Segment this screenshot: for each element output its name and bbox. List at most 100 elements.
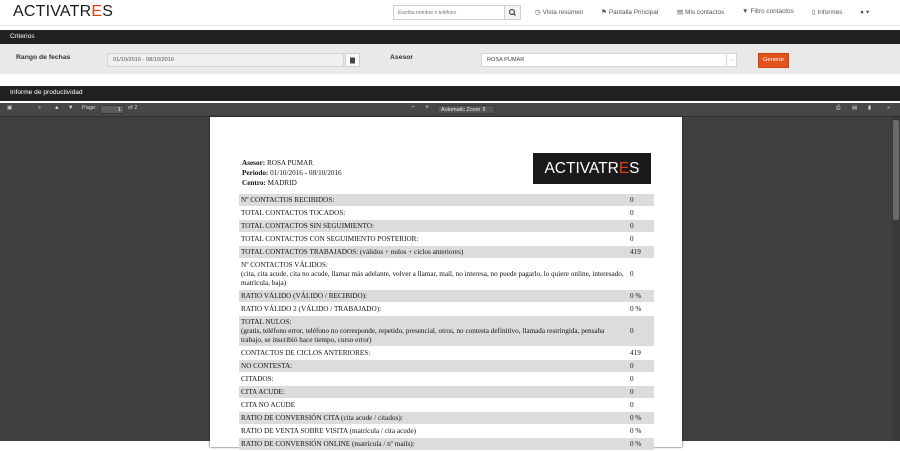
search-input[interactable] [393,5,504,20]
caret-down-icon: ▾ [865,9,870,16]
next-page-icon[interactable]: ▼ [68,105,74,111]
row-label: CITA NO ACUDE [241,400,296,409]
calendar-button[interactable] [345,53,360,67]
top-navbar: ACTIVATRES ◷Vista resúmen ⚑Pantalla Prin… [0,0,900,26]
user-menu[interactable]: ● ▾ [860,8,869,16]
filter-icon: ▼ [742,8,749,15]
row-label-cell: RATIO DE VENTA SOBRE VISITA (matrícula /… [239,424,628,438]
row-label-cell: TOTAL CONTACTOS SIN SEGUIMIENTO: [239,219,628,233]
page-number-input[interactable]: 1 [100,105,124,114]
page-total: of 2 [128,105,138,111]
table-row: RATIO DE CONVERSIÓN CITA (cita acude / c… [239,411,654,425]
table-row: CITADOS: 0 [239,372,654,386]
row-detail: (cita, cita acude, cita no acude, llamar… [241,269,624,287]
zoom-select[interactable]: Automatic Zoom ⇕ [437,105,495,114]
flag-icon: ⚑ [601,9,607,16]
row-label-cell: RATIO DE CONVERSIÓN ONLINE (matrícula / … [239,437,628,451]
row-label: TOTAL CONTACTOS CON SEGUIMIENTO POSTERIO… [241,234,419,243]
nav-informes[interactable]: ▯ Informes [812,8,842,16]
sidebar-toggle-icon[interactable]: ▣ [7,105,12,111]
zoom-in-button[interactable]: + [425,104,429,111]
table-row: RATIO DE CONVERSIÓN ONLINE (matrícula / … [239,437,654,451]
chevron-down-icon: ⌵ [726,54,736,66]
row-value: 0 [628,372,654,386]
download-icon[interactable]: ▤ [852,105,857,111]
table-row: CITA ACUDE: 0 [239,385,654,399]
table-row: NO CONTESTA: 0 [239,359,654,373]
row-value: 0 [628,258,654,290]
app-logo[interactable]: ACTIVATRES [13,3,113,21]
nav-label: Mis contactos [685,9,725,16]
nav-filtro-contactos[interactable]: ▼ Filtro contactos [742,8,794,15]
row-value: 0 % [628,302,654,316]
row-value: 0 [628,206,654,220]
advisor-select-value: ROSA PUMAR [487,57,525,63]
advisor-label: Asesor [390,54,414,61]
row-value: 419 [628,245,654,259]
search-button[interactable] [504,5,521,20]
previous-page-icon[interactable]: ▲ [54,105,60,111]
generate-button[interactable]: Generar [758,53,789,68]
print-icon[interactable]: ⎙ [836,105,840,112]
logo-text: ACTIVATR [13,3,92,20]
row-label-cell: RATIO VÁLIDO (VÁLIDO / RECIBIDO): [239,289,628,303]
criterios-title: Criterios [10,33,35,40]
nav-label: Filtro contactos [750,8,794,15]
row-value: 0 [628,219,654,233]
row-value: 0 % [628,437,654,451]
pdf-scroll-thumb[interactable] [893,120,899,220]
nav-label: Informes [817,9,843,16]
table-row: CONTACTOS DE CICLOS ANTERIORES: 419 [239,346,654,360]
row-label: CONTACTOS DE CICLOS ANTERIORES: [241,348,371,357]
row-label: Nº CONTACTOS VÁLIDOS: [241,260,328,269]
row-label-cell: Nº CONTACTOS VÁLIDOS: (cita, cita acude, … [239,258,628,290]
report-logo-accent: E [618,160,630,177]
row-label-cell: Nº CONTACTOS RECIBIDOS: [239,194,628,207]
table-row: TOTAL CONTACTOS TRABAJADOS: (válidos + n… [239,245,654,259]
row-value: 0 [628,194,654,207]
list-icon: ▤ [677,9,684,16]
meta-value: ROSA PUMAR [266,159,314,167]
row-label: CITA ACUDE: [241,387,285,396]
advisor-select[interactable]: ROSA PUMAR ⌵ [481,53,737,67]
table-row: RATIO VÁLIDO 2 (VÁLIDO / TRABAJADO): 0 % [239,302,654,316]
report-periodo: Periodo: 01/10/2016 - 08/10/2016 [242,168,342,178]
meta-label: Centro: [242,179,266,187]
date-range-input[interactable]: 01/10/2016 - 08/10/2016 [107,53,344,67]
zoom-out-button[interactable]: − [411,104,415,111]
row-label-cell: TOTAL CONTACTOS TOCADOS: [239,206,628,220]
row-value: 0 [628,315,654,347]
informe-title: Informe de productividad [10,89,83,96]
row-label: TOTAL CONTACTOS TOCADOS: [241,208,346,217]
informe-header: Informe de productividad [0,86,900,101]
row-value: 0 % [628,289,654,303]
zoom-value: Automatic Zoom [441,107,481,113]
pdf-toolbar: ▣ ⌕ ▲ ▼ Page: 1 of 2 − + Automatic Zoom … [0,103,900,117]
row-label: RATIO DE CONVERSIÓN CITA (cita acude / c… [241,413,403,422]
row-label-cell: RATIO DE CONVERSIÓN CITA (cita acude / c… [239,411,628,425]
nav-mis-contactos[interactable]: ▤ Mis contactos [677,8,724,16]
logo-accent: E [91,3,103,20]
nav-vista-resumen[interactable]: ◷ Vista resúmen [535,8,583,16]
row-value: 0 [628,385,654,399]
document-icon: ▯ [812,9,816,16]
row-label-cell: TOTAL CONTACTOS CON SEGUIMIENTO POSTERIO… [239,232,628,246]
row-label-cell: CITADOS: [239,372,628,386]
report-logo: ACTIVATRES [533,153,651,184]
nav-pantalla-principal[interactable]: ⚑ Pantalla Principal [601,8,658,16]
row-label: TOTAL CONTACTOS TRABAJADOS: (válidos + n… [241,247,464,256]
table-row: CITA NO ACUDE 0 [239,398,654,412]
row-detail: (gratis, teléfono error, teléfono no cor… [241,326,605,344]
row-value: 0 [628,232,654,246]
criterios-header: Criterios [0,30,900,44]
row-label-cell: CONTACTOS DE CICLOS ANTERIORES: [239,346,628,360]
report-content: Asesor: ROSA PUMAR Periodo: 01/10/2016 -… [239,152,654,451]
bookmark-icon[interactable]: ▮ [868,105,871,111]
meta-label: Asesor: [242,159,266,167]
tools-icon[interactable]: » [887,105,890,111]
row-value: 0 [628,398,654,412]
row-label: TOTAL CONTACTOS SIN SEGUIMIENTO: [241,221,374,230]
find-icon[interactable]: ⌕ [38,105,41,112]
row-label: RATIO VÁLIDO 2 (VÁLIDO / TRABAJADO): [241,304,382,313]
row-label-cell: TOTAL NULOS: (gratis, teléfono error, tel… [239,315,628,347]
